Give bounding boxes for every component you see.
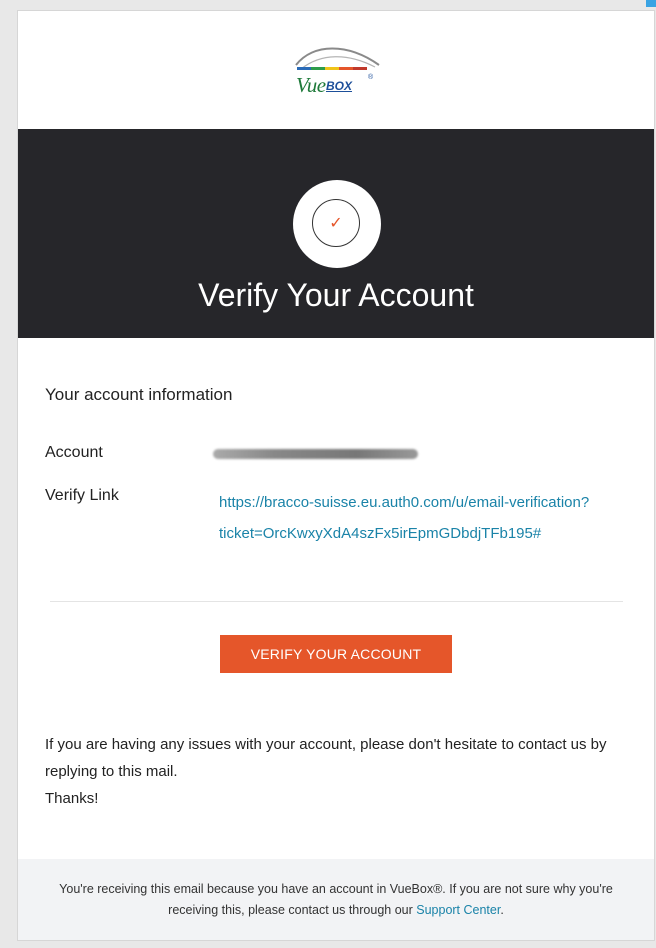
- logo-word: Vue: [296, 73, 326, 97]
- verify-account-button[interactable]: VERIFY YOUR ACCOUNT: [220, 635, 452, 673]
- account-info-heading: Your account information: [45, 385, 233, 404]
- support-center-link[interactable]: Support Center: [416, 903, 500, 917]
- footer-text: You're receiving this email because you …: [38, 879, 634, 921]
- support-message: If you are having any issues with your a…: [45, 731, 635, 812]
- thanks-text: Thanks!: [45, 790, 99, 807]
- footer-period: .: [500, 903, 504, 917]
- checkmark-badge: ✓: [293, 180, 381, 268]
- account-value-redacted: [213, 449, 418, 459]
- logo-registered-mark: ®: [368, 74, 374, 81]
- support-message-text: If you are having any issues with your a…: [45, 736, 607, 780]
- footer-notice: You're receiving this email because you …: [59, 882, 613, 917]
- hero-banner: ✓ Verify Your Account: [18, 129, 654, 338]
- hero-title: Verify Your Account: [198, 277, 474, 313]
- checkmark-circle-icon: ✓: [312, 199, 360, 247]
- verify-link-label: Verify Link: [45, 487, 119, 504]
- section-divider: [50, 601, 623, 602]
- window-corner-indicator: [646, 0, 656, 7]
- logo-box-text: BOX: [326, 79, 353, 93]
- logo-header: Vue BOX ®: [18, 11, 654, 129]
- vuebox-logo: Vue BOX ®: [293, 41, 383, 101]
- account-label: Account: [45, 444, 103, 461]
- email-footer: You're receiving this email because you …: [18, 859, 654, 940]
- email-card: Vue BOX ® ✓ Verify Your Account Your acc…: [17, 10, 655, 941]
- verify-link[interactable]: https://bracco-suisse.eu.auth0.com/u/ema…: [219, 487, 609, 549]
